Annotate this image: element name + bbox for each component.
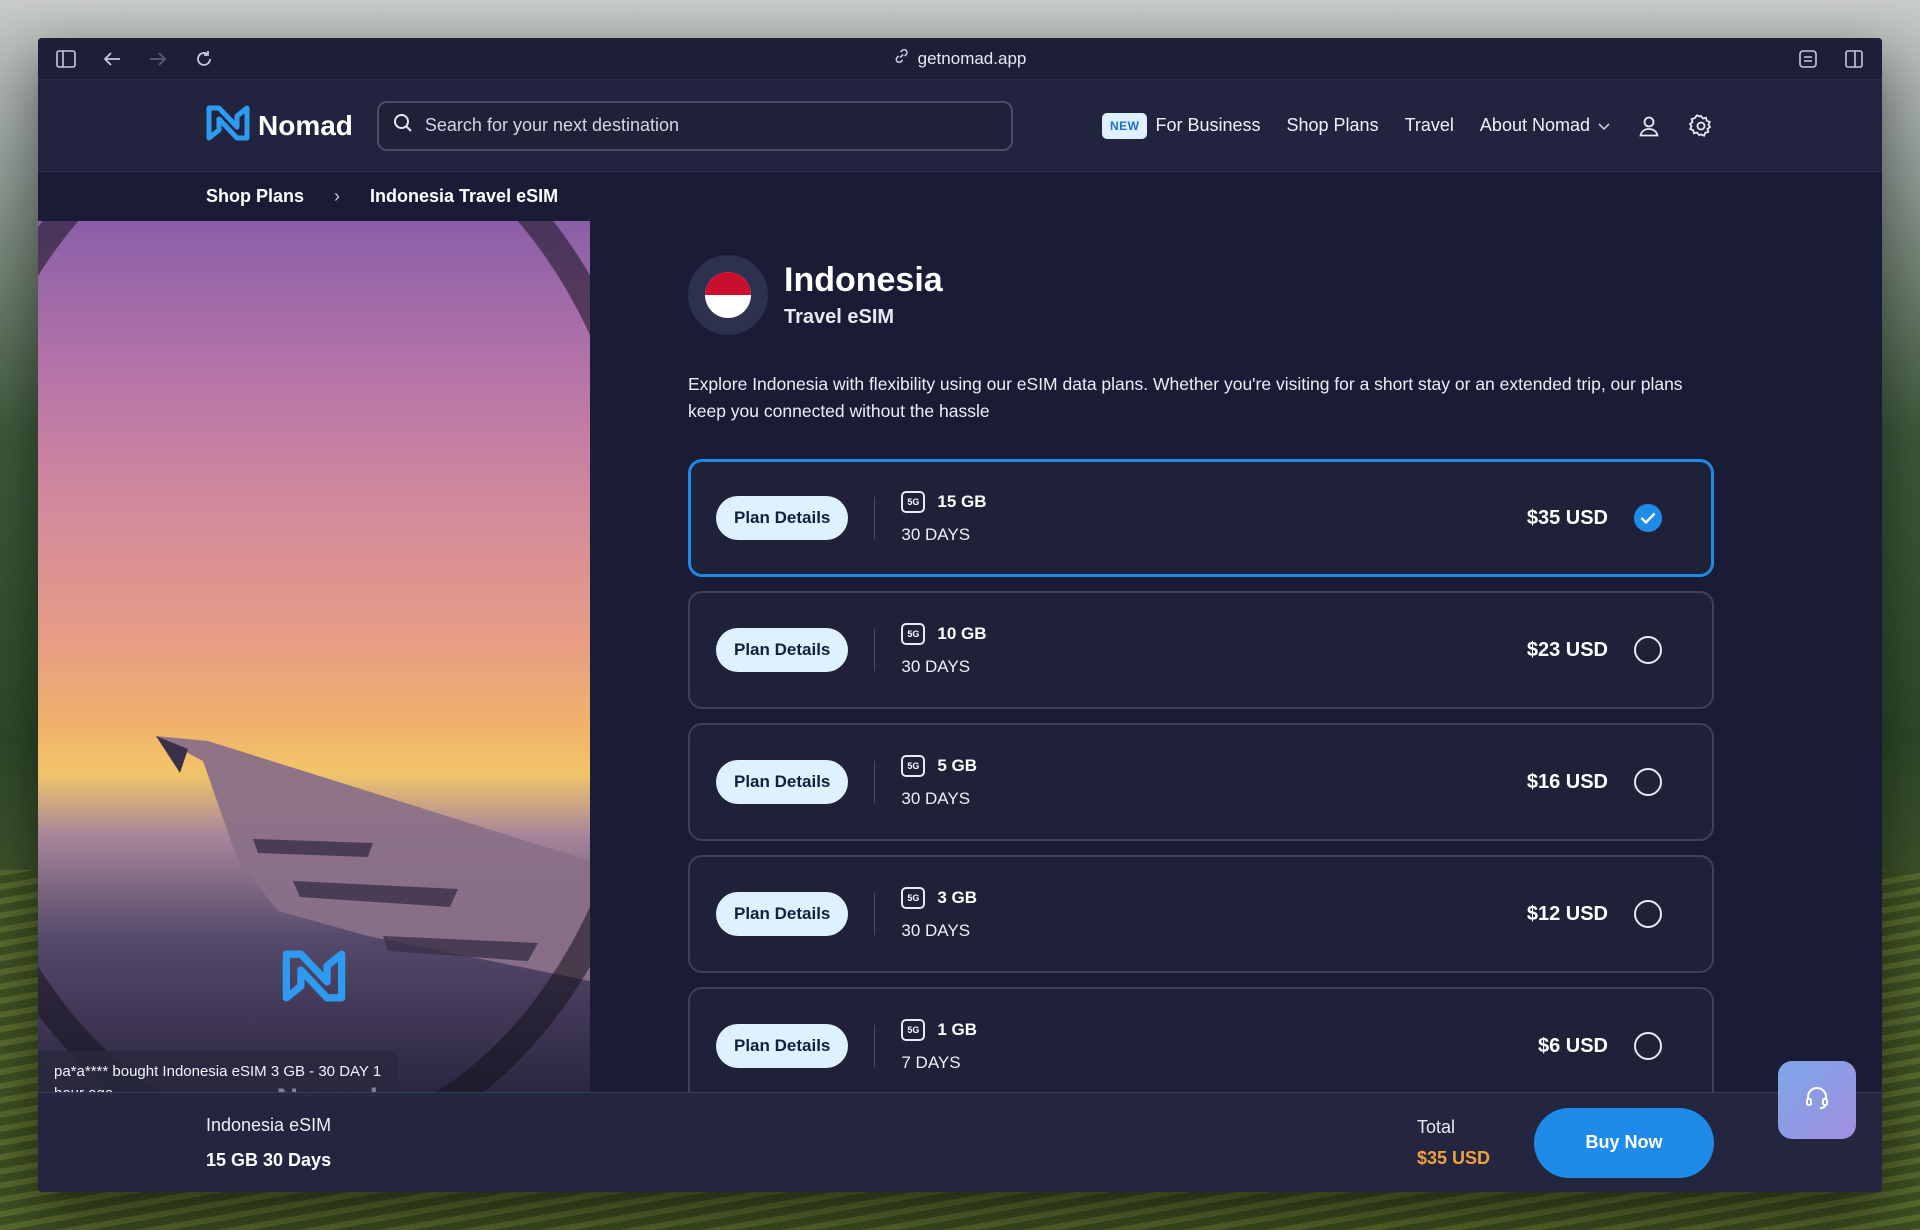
search-box[interactable]	[376, 100, 1013, 151]
reload-icon[interactable]	[192, 47, 216, 71]
url-text: getnomad.app	[917, 48, 1027, 68]
nav-shop-plans[interactable]: Shop Plans	[1287, 115, 1379, 136]
nav-about-label: About Nomad	[1479, 115, 1590, 135]
country-subtitle: Travel eSIM	[784, 306, 895, 328]
radio-checked-icon[interactable]	[1634, 504, 1662, 532]
divider	[874, 1025, 876, 1067]
plan-data-amount: 5 GB	[937, 756, 978, 775]
plan-content: Indonesia Travel eSIM Explore Indonesia …	[688, 221, 1714, 1105]
total-label: Total	[1416, 1116, 1455, 1137]
nomad-logo-icon	[206, 105, 250, 146]
browser-toolbar: getnomad.app	[38, 38, 1882, 80]
plan-data-amount: 1 GB	[937, 1020, 978, 1039]
plan-option[interactable]: Plan Details 5G 3 GB 30 DAYS $12 USD	[688, 855, 1714, 973]
breadcrumb-current: Indonesia Travel eSIM	[370, 185, 559, 206]
site-header: Nomad NEW For Business Shop Plans Travel…	[38, 80, 1882, 172]
country-description: Explore Indonesia with flexibility using…	[688, 374, 1683, 421]
divider	[874, 893, 876, 935]
checkout-bar: Indonesia eSIM 15 GB 30 Days Total $35 U…	[38, 1092, 1882, 1192]
plan-option[interactable]: Plan Details 5G 1 GB 7 DAYS $6 USD	[688, 987, 1714, 1105]
5g-badge-icon: 5G	[901, 491, 926, 513]
plan-list: Plan Details 5G 15 GB 30 DAYS $35 USD Pla…	[688, 459, 1714, 1105]
sidebar-toggle-icon[interactable]	[54, 47, 78, 71]
purchase-toast: pa*a**** bought Indonesia eSIM 3 GB - 30…	[38, 1051, 398, 1097]
radio-unchecked-icon[interactable]	[1634, 900, 1662, 928]
5g-badge-icon: 5G	[901, 887, 926, 909]
buy-now-button[interactable]: Buy Now	[1534, 1107, 1714, 1178]
plan-duration: 7 DAYS	[901, 1053, 961, 1072]
indonesia-flag-icon	[705, 272, 751, 318]
new-badge: NEW	[1101, 112, 1148, 139]
plan-details-button[interactable]: Plan Details	[716, 892, 849, 936]
plan-details-button[interactable]: Plan Details	[716, 628, 849, 672]
plan-price: $6 USD	[1537, 1034, 1608, 1057]
footer-selection: 15 GB 30 Days	[206, 1149, 332, 1170]
nav-for-business-label: For Business	[1155, 115, 1261, 135]
country-header: Indonesia Travel eSIM	[688, 255, 1714, 335]
plan-option[interactable]: Plan Details 5G 5 GB 30 DAYS $16 USD	[688, 723, 1714, 841]
plan-data-amount: 10 GB	[937, 624, 987, 643]
plan-duration: 30 DAYS	[901, 525, 971, 544]
gear-icon[interactable]	[1688, 113, 1714, 139]
search-input[interactable]	[424, 115, 997, 136]
main-content: pa*a**** bought Indonesia eSIM 3 GB - 30…	[38, 221, 1882, 1192]
plan-details-button[interactable]: Plan Details	[716, 760, 849, 804]
hero-image: pa*a**** bought Indonesia eSIM 3 GB - 30…	[38, 221, 590, 1097]
forward-arrow-icon[interactable]	[146, 47, 170, 71]
divider	[874, 629, 876, 671]
plan-duration: 30 DAYS	[901, 657, 971, 676]
divider	[874, 497, 876, 539]
browser-window: getnomad.app Nomad NEW Fo	[38, 38, 1882, 1192]
logo-text: Nomad	[258, 109, 353, 141]
plan-duration: 30 DAYS	[901, 789, 971, 808]
nomad-watermark-icon	[282, 949, 346, 1008]
breadcrumb: Shop Plans › Indonesia Travel eSIM	[38, 172, 1882, 220]
plan-price: $16 USD	[1526, 770, 1608, 793]
radio-unchecked-icon[interactable]	[1634, 768, 1662, 796]
plan-details-button[interactable]: Plan Details	[716, 1024, 849, 1068]
main-nav: NEW For Business Shop Plans Travel About…	[1101, 112, 1714, 139]
country-name: Indonesia	[784, 261, 943, 299]
plan-duration: 30 DAYS	[901, 921, 971, 940]
back-arrow-icon[interactable]	[100, 47, 124, 71]
search-icon	[393, 113, 413, 138]
split-view-icon[interactable]	[1842, 47, 1866, 71]
plan-price: $35 USD	[1526, 506, 1608, 529]
total-value: $35 USD	[1416, 1147, 1490, 1168]
footer-product: Indonesia eSIM	[206, 1114, 332, 1135]
nomad-logo[interactable]: Nomad	[206, 105, 353, 146]
breadcrumb-shop-plans[interactable]: Shop Plans	[206, 186, 304, 207]
plan-option[interactable]: Plan Details 5G 10 GB 30 DAYS $23 USD	[688, 591, 1714, 709]
radio-unchecked-icon[interactable]	[1634, 636, 1662, 664]
plan-details-button[interactable]: Plan Details	[716, 496, 849, 540]
5g-badge-icon: 5G	[901, 1019, 926, 1041]
nav-travel[interactable]: Travel	[1405, 115, 1454, 136]
nav-for-business[interactable]: NEW For Business	[1101, 112, 1261, 139]
breadcrumb-separator: ›	[334, 185, 341, 206]
plan-price: $12 USD	[1526, 902, 1608, 925]
nav-about-nomad[interactable]: About Nomad	[1480, 115, 1610, 136]
link-icon	[894, 48, 910, 69]
5g-badge-icon: 5G	[901, 623, 926, 645]
5g-badge-icon: 5G	[901, 755, 926, 777]
plan-price: $23 USD	[1526, 638, 1608, 661]
support-chat-button[interactable]	[1778, 1061, 1856, 1139]
plan-option[interactable]: Plan Details 5G 15 GB 30 DAYS $35 USD	[688, 459, 1714, 577]
headset-icon	[1804, 1085, 1830, 1116]
extension-icon[interactable]	[1796, 47, 1820, 71]
flag-badge	[688, 255, 768, 335]
radio-unchecked-icon[interactable]	[1634, 1032, 1662, 1060]
chevron-down-icon	[1598, 115, 1610, 136]
user-icon[interactable]	[1636, 113, 1662, 139]
address-bar[interactable]: getnomad.app	[894, 48, 1027, 69]
plan-data-amount: 3 GB	[937, 888, 978, 907]
plan-data-amount: 15 GB	[937, 492, 987, 511]
divider	[874, 761, 876, 803]
